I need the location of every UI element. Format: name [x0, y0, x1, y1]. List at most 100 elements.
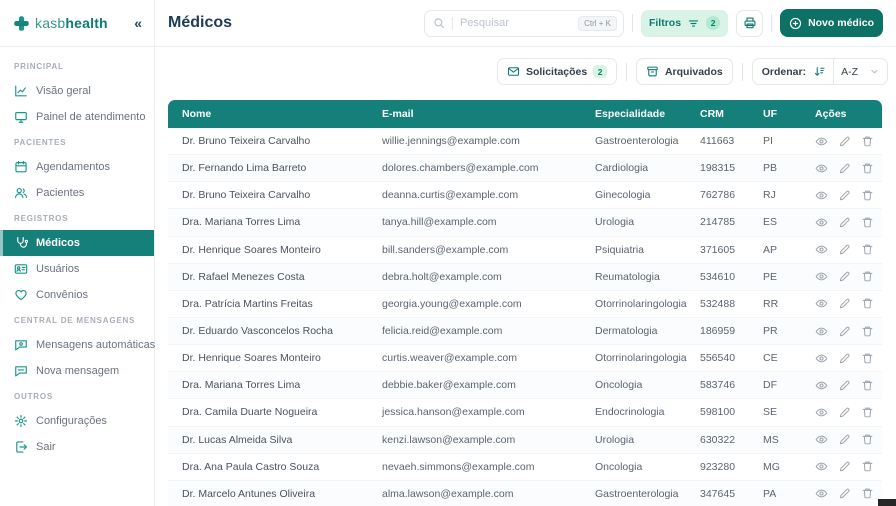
delete-button[interactable] [861, 243, 874, 256]
edit-button[interactable] [838, 162, 851, 175]
chevron-down-icon [869, 66, 880, 77]
view-button[interactable] [815, 297, 828, 310]
sidebar-item-medicos[interactable]: Médicos [0, 230, 154, 256]
sidebar-item-visao-geral[interactable]: Visão geral [0, 78, 154, 104]
view-button[interactable] [815, 406, 828, 419]
table-row[interactable]: Dr. Henrique Soares Monteiro bill.sander… [168, 237, 882, 264]
plus-circle-icon [789, 17, 802, 30]
sidebar-item-agendamentos[interactable]: Agendamentos [0, 154, 154, 180]
edit-button[interactable] [838, 325, 851, 338]
view-button[interactable] [815, 433, 828, 446]
table-row[interactable]: Dr. Marcelo Antunes Oliveira alma.lawson… [168, 481, 882, 506]
view-button[interactable] [815, 270, 828, 283]
edit-button[interactable] [838, 352, 851, 365]
cell-email: nevaeh.simmons@example.com [382, 461, 595, 473]
edit-button[interactable] [838, 433, 851, 446]
view-button[interactable] [815, 189, 828, 202]
delete-button[interactable] [861, 162, 874, 175]
table-row[interactable]: Dr. Fernando Lima Barreto dolores.chambe… [168, 155, 882, 182]
cell-email: tanya.hill@example.com [382, 216, 595, 228]
view-button[interactable] [815, 243, 828, 256]
horizontal-scrollbar-thumb[interactable] [878, 499, 896, 506]
delete-button[interactable] [861, 189, 874, 202]
requests-button[interactable]: Solicitações 2 [497, 58, 617, 85]
pencil-icon [838, 379, 851, 392]
archived-button[interactable]: Arquivados [636, 58, 733, 85]
table-row[interactable]: Dr. Lucas Almeida Silva kenzi.lawson@exa… [168, 427, 882, 454]
id-card-icon [14, 262, 28, 276]
table-row[interactable]: Dr. Bruno Teixeira Carvalho deanna.curti… [168, 182, 882, 209]
sort-control[interactable]: Ordenar: A-Z [752, 58, 888, 85]
table-row[interactable]: Dr. Bruno Teixeira Carvalho willie.jenni… [168, 128, 882, 155]
sidebar-item-convenios[interactable]: Convênios [0, 282, 154, 308]
cell-crm: 214785 [700, 216, 763, 228]
edit-button[interactable] [838, 379, 851, 392]
pencil-icon [838, 135, 851, 148]
view-button[interactable] [815, 487, 828, 500]
edit-button[interactable] [838, 297, 851, 310]
cell-nome: Dr. Fernando Lima Barreto [168, 162, 382, 174]
print-button[interactable] [736, 10, 763, 37]
cell-crm: 534610 [700, 271, 763, 283]
edit-button[interactable] [838, 460, 851, 473]
edit-button[interactable] [838, 216, 851, 229]
sidebar-item-mensagens-automaticas[interactable]: Mensagens automáticas [0, 332, 154, 358]
view-button[interactable] [815, 216, 828, 229]
sidebar-item-pacientes[interactable]: Pacientes [0, 180, 154, 206]
delete-button[interactable] [861, 216, 874, 229]
cell-especialidade: Endocrinologia [595, 406, 700, 418]
sort-value: A-Z [841, 66, 858, 78]
table-row[interactable]: Dra. Ana Paula Castro Souza nevaeh.simmo… [168, 454, 882, 481]
table-row[interactable]: Dra. Mariana Torres Lima tanya.hill@exam… [168, 209, 882, 236]
brand-zone: kasbhealth « [0, 0, 155, 46]
cell-email: jessica.hanson@example.com [382, 406, 595, 418]
view-button[interactable] [815, 379, 828, 392]
delete-button[interactable] [861, 433, 874, 446]
filters-button[interactable]: Filtros 2 [641, 10, 728, 37]
cell-especialidade: Urologia [595, 216, 700, 228]
delete-button[interactable] [861, 297, 874, 310]
table-row[interactable]: Dra. Mariana Torres Lima debbie.baker@ex… [168, 372, 882, 399]
search-input[interactable]: Pesquisar Ctrl + K [424, 10, 624, 37]
cell-especialidade: Otorrinolaringologia [595, 298, 700, 310]
delete-button[interactable] [861, 460, 874, 473]
delete-button[interactable] [861, 352, 874, 365]
view-button[interactable] [815, 352, 828, 365]
edit-button[interactable] [838, 487, 851, 500]
delete-button[interactable] [861, 379, 874, 392]
cell-nome: Dr. Bruno Teixeira Carvalho [168, 189, 382, 201]
sidebar-item-painel-de-atendimento[interactable]: Painel de atendimento [0, 104, 154, 130]
view-button[interactable] [815, 460, 828, 473]
delete-button[interactable] [861, 270, 874, 283]
toolbar-divider [632, 14, 633, 32]
cell-crm: 532488 [700, 298, 763, 310]
sidebar-item-nova-mensagem[interactable]: Nova mensagem [0, 358, 154, 384]
delete-button[interactable] [861, 135, 874, 148]
row-actions [815, 325, 882, 338]
sidebar-item-configuracoes[interactable]: Configurações [0, 408, 154, 434]
sidebar-collapse-button[interactable]: « [134, 16, 142, 30]
trash-icon [861, 243, 874, 256]
sidebar-item-sair[interactable]: Sair [0, 434, 154, 460]
table-row[interactable]: Dr. Rafael Menezes Costa debra.holt@exam… [168, 264, 882, 291]
table-row[interactable]: Dr. Eduardo Vasconcelos Rocha felicia.re… [168, 318, 882, 345]
delete-button[interactable] [861, 325, 874, 338]
sidebar-item-usuarios[interactable]: Usuários [0, 256, 154, 282]
table-row[interactable]: Dr. Henrique Soares Monteiro curtis.weav… [168, 345, 882, 372]
brand-logo[interactable]: kasbhealth [13, 15, 108, 32]
edit-button[interactable] [838, 270, 851, 283]
cell-nome: Dr. Marcelo Antunes Oliveira [168, 488, 382, 500]
edit-button[interactable] [838, 406, 851, 419]
edit-button[interactable] [838, 189, 851, 202]
edit-button[interactable] [838, 243, 851, 256]
delete-button[interactable] [861, 406, 874, 419]
view-button[interactable] [815, 162, 828, 175]
table-row[interactable]: Dra. Camila Duarte Nogueira jessica.hans… [168, 399, 882, 426]
delete-button[interactable] [861, 487, 874, 500]
sort-divider [833, 59, 834, 84]
view-button[interactable] [815, 135, 828, 148]
view-button[interactable] [815, 325, 828, 338]
edit-button[interactable] [838, 135, 851, 148]
table-row[interactable]: Dra. Patrícia Martins Freitas georgia.yo… [168, 291, 882, 318]
new-doctor-button[interactable]: Novo médico [780, 9, 883, 37]
